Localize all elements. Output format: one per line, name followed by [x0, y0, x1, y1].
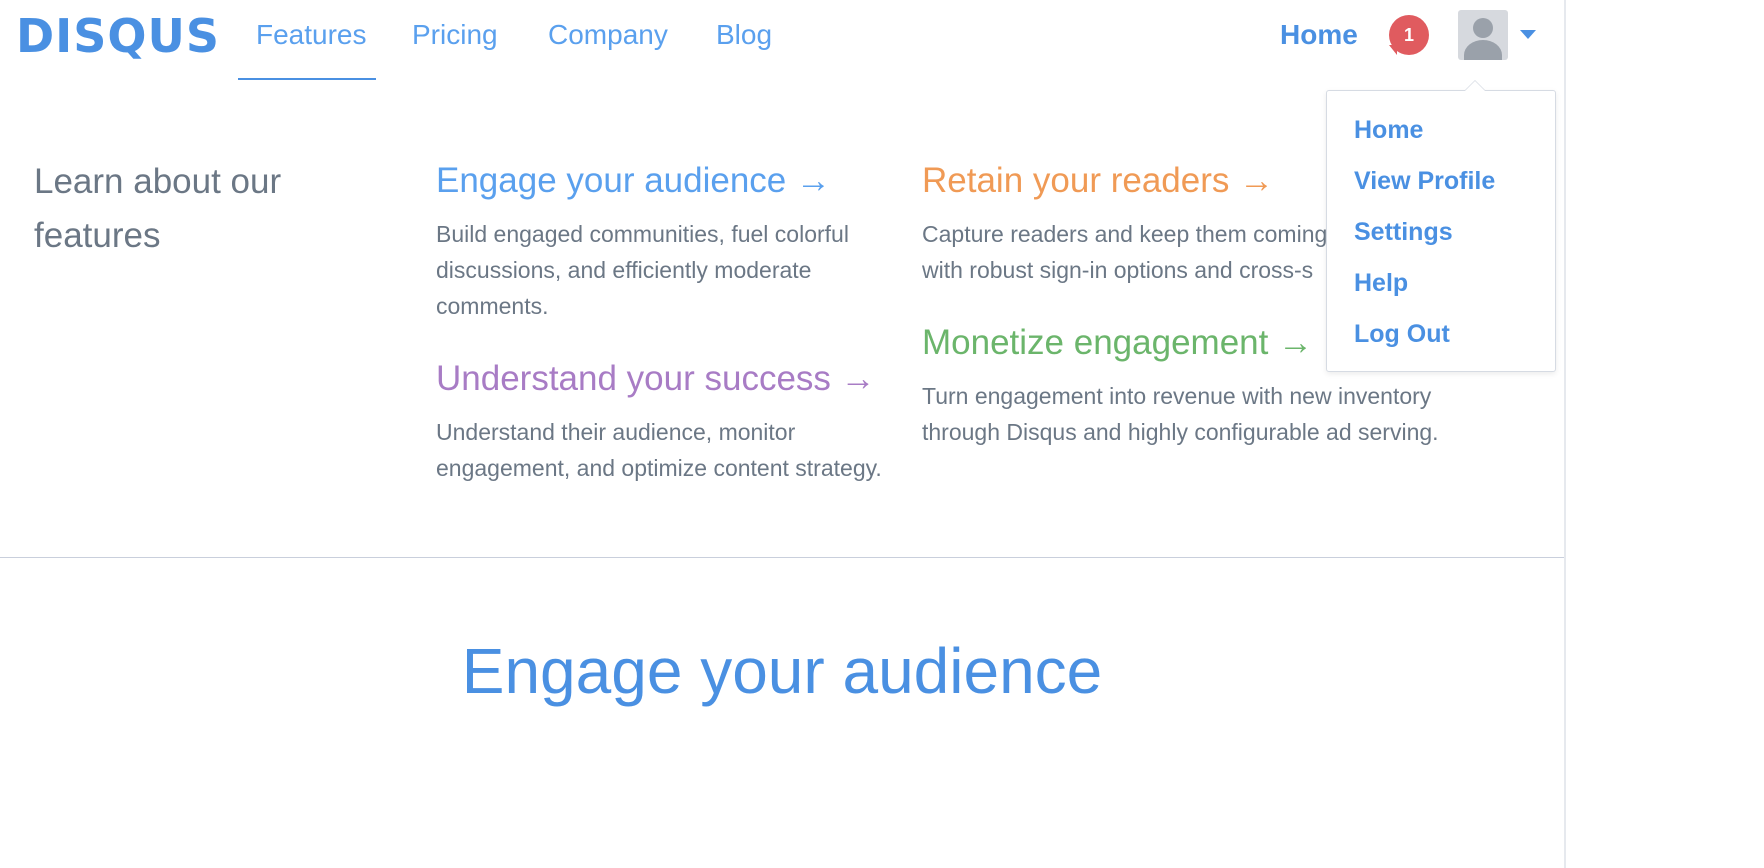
disqus-logo[interactable]: DISQUS	[16, 10, 220, 62]
section-divider	[0, 557, 1564, 558]
engage-description: Build engaged communities, fuel colorful…	[436, 221, 849, 319]
retain-link[interactable]: Retain your readers →	[922, 160, 1274, 202]
menu-item-home[interactable]: Home	[1354, 115, 1423, 145]
home-link[interactable]: Home	[1280, 18, 1358, 52]
avatar-body-icon	[1464, 40, 1502, 60]
nav-company[interactable]: Company	[548, 18, 668, 52]
monetize-link[interactable]: Monetize engagement →	[922, 322, 1313, 364]
page-edge	[1564, 0, 1566, 868]
avatar[interactable]	[1458, 10, 1508, 60]
monetize-description: Turn engagement into revenue with new in…	[922, 383, 1439, 445]
nav-pricing[interactable]: Pricing	[412, 18, 498, 52]
menu-item-settings[interactable]: Settings	[1354, 217, 1453, 247]
menu-item-help[interactable]: Help	[1354, 268, 1408, 298]
notification-badge[interactable]: 1	[1389, 15, 1429, 55]
section-heading: Engage your audience	[461, 635, 1103, 707]
menu-item-log-out[interactable]: Log Out	[1354, 319, 1450, 349]
active-tab-indicator	[238, 78, 376, 80]
chevron-down-icon[interactable]	[1520, 30, 1536, 39]
understand-description: Understand their audience, monitor engag…	[436, 419, 882, 481]
nav-features[interactable]: Features	[256, 18, 367, 52]
menu-item-view-profile[interactable]: View Profile	[1354, 166, 1495, 196]
engage-link[interactable]: Engage your audience →	[436, 160, 831, 202]
retain-description: Capture readers and keep them coming wit…	[922, 221, 1328, 283]
nav-blog[interactable]: Blog	[716, 18, 772, 52]
avatar-head-icon	[1473, 18, 1493, 38]
user-dropdown-menu: Home View Profile Settings Help Log Out	[1326, 80, 1556, 372]
understand-link[interactable]: Understand your success →	[436, 358, 876, 400]
features-intro-heading: Learn about our features	[34, 162, 282, 255]
